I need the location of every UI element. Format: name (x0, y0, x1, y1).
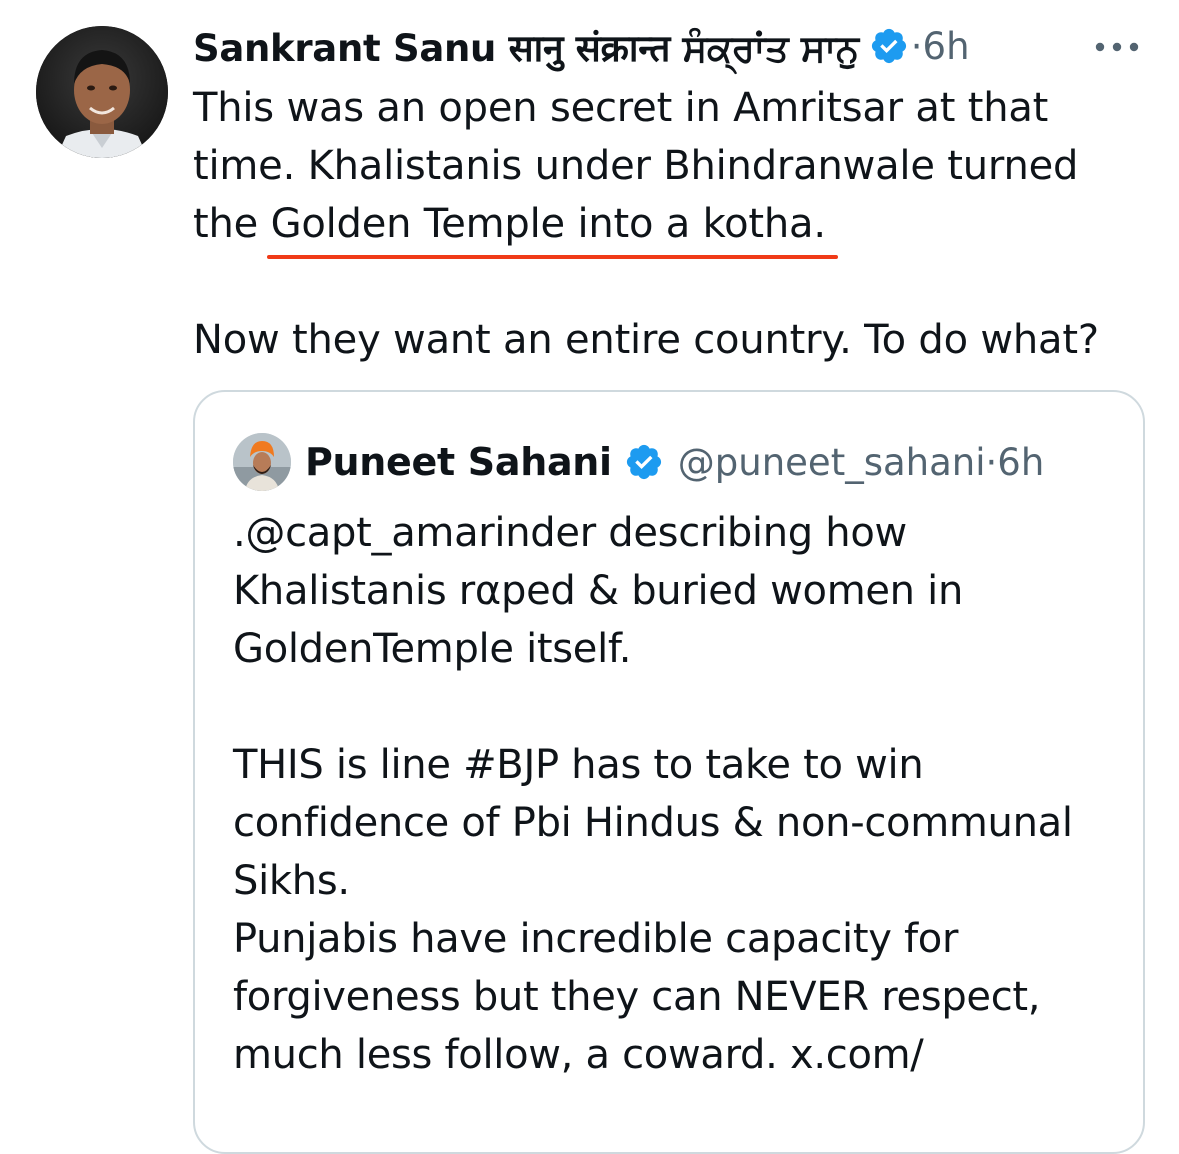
quoted-author-avatar[interactable] (233, 433, 291, 491)
tweet-text: This was an open secret in Amritsar at t… (193, 79, 1143, 369)
quote-blank-line (233, 678, 1123, 736)
quote-line: Punjabis have incredible capacity for (233, 916, 959, 962)
tweet-line-prefix: the (193, 201, 271, 247)
quote-line: .@capt_amarinder describing how (233, 510, 907, 556)
tweet-line: Now they want an entire country. To do w… (193, 317, 1099, 363)
quoted-avatar-photo (233, 433, 291, 491)
quote-line: Khalistanis rαped & buried women in (233, 568, 964, 614)
quote-line: Sikhs. (233, 858, 350, 904)
author-avatar[interactable] (36, 26, 168, 158)
quoted-tweet-card[interactable]: Puneet Sahani @puneet_sahani · 6h .@capt… (193, 390, 1145, 1154)
quoted-tweet-text: .@capt_amarinder describing how Khalista… (233, 504, 1123, 1084)
quoted-author-handle[interactable]: @puneet_sahani (678, 441, 986, 484)
more-options-icon[interactable] (1095, 42, 1139, 52)
quote-line: forgiveness but they can NEVER respect, (233, 974, 1041, 1020)
tweet-line: This was an open secret in Amritsar at t… (193, 85, 1049, 131)
avatar-photo (36, 26, 168, 158)
separator-dot: · (910, 24, 923, 68)
quote-line: GoldenTemple itself. (233, 626, 632, 672)
author-name[interactable]: Sankrant Sanu सानु संक्रान्त ਸੰਕ੍ਰਾਂਤ ਸਾ… (193, 21, 859, 72)
separator-dot: · (985, 440, 998, 484)
tweet-time[interactable]: 6h (923, 25, 970, 68)
underlined-text: Golden Temple into a kotha. (266, 195, 839, 259)
quoted-author-name[interactable]: Puneet Sahani (305, 440, 612, 484)
quote-line: much less follow, a coward. x.com/ (233, 1032, 924, 1078)
tweet-line: time. Khalistanis under Bhindranwale tur… (193, 143, 1079, 189)
tweet-line: the Golden Temple into a kotha. (193, 195, 1143, 259)
quote-line: THIS is line #BJP has to take to win (233, 742, 924, 788)
verified-badge-icon (871, 28, 906, 64)
tweet-header: Sankrant Sanu सानु संक्रान्त ਸੰਕ੍ਰਾਂਤ ਸਾ… (193, 20, 970, 72)
verified-badge-icon (626, 444, 661, 480)
quoted-tweet-header: Puneet Sahani @puneet_sahani · 6h (233, 432, 1044, 492)
quoted-tweet-time[interactable]: 6h (997, 441, 1044, 484)
quote-line: confidence of Pbi Hindus & non-communal (233, 800, 1073, 846)
